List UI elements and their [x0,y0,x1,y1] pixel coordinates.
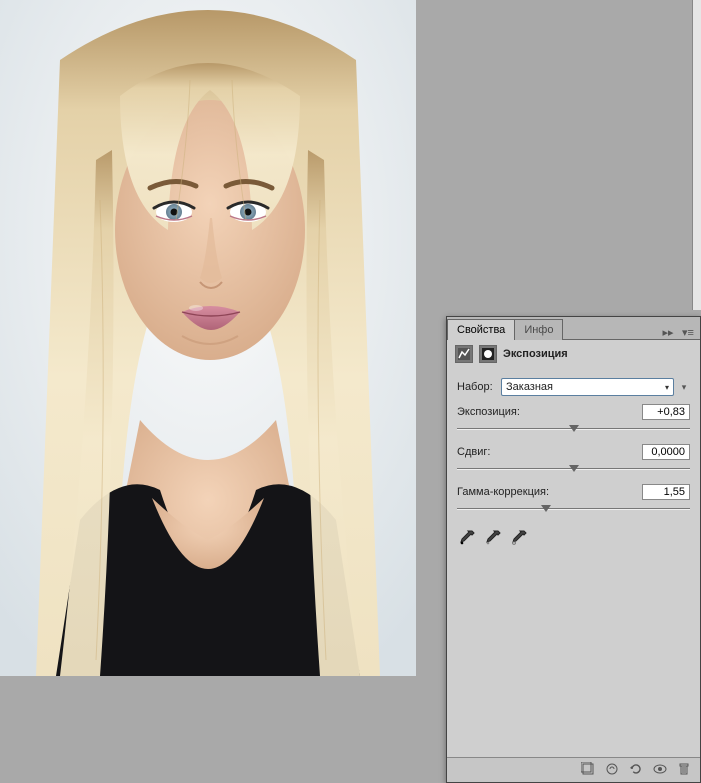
exposure-input[interactable] [642,404,690,420]
eyedropper-gray-icon[interactable] [485,530,501,546]
gamma-slider[interactable] [457,502,690,516]
adjustment-icon[interactable] [455,345,473,363]
preset-label: Набор: [457,381,497,393]
eyedropper-white-icon[interactable] [511,530,527,546]
gamma-slider-thumb[interactable] [541,505,551,512]
exposure-slider-thumb[interactable] [569,425,579,432]
chevron-down-icon: ▾ [665,383,669,392]
collapse-icon[interactable]: ▸▸ [661,326,675,339]
gamma-input[interactable] [642,484,690,500]
preset-dropdown[interactable]: Заказная ▾ [501,378,674,396]
view-previous-icon[interactable] [604,762,620,779]
offset-label: Сдвиг: [457,446,490,458]
clip-to-layer-icon[interactable] [580,762,596,779]
preset-value: Заказная [506,381,553,393]
offset-slider-thumb[interactable] [569,465,579,472]
panel-tabbar: Свойства Инфо ▸▸ ▾≡ [447,317,700,340]
exposure-slider[interactable] [457,422,690,436]
exposure-label: Экспозиция: [457,406,520,418]
offset-input[interactable] [642,444,690,460]
image-canvas [0,0,416,676]
preset-menu-icon[interactable]: ▾ [678,382,690,393]
panel-title: Экспозиция [503,348,568,360]
trash-icon[interactable] [676,762,692,779]
tab-properties[interactable]: Свойства [447,319,515,340]
visibility-icon[interactable] [652,762,668,779]
mask-icon[interactable] [479,345,497,363]
workspace-right-scrollbar[interactable] [692,0,701,310]
reset-icon[interactable] [628,762,644,779]
panel-menu-icon[interactable]: ▾≡ [681,326,695,339]
offset-slider[interactable] [457,462,690,476]
gamma-label: Гамма-коррекция: [457,486,549,498]
tab-info[interactable]: Инфо [514,319,563,340]
eyedropper-black-icon[interactable] [459,530,475,546]
properties-panel: Свойства Инфо ▸▸ ▾≡ Экспозиция [446,316,701,783]
